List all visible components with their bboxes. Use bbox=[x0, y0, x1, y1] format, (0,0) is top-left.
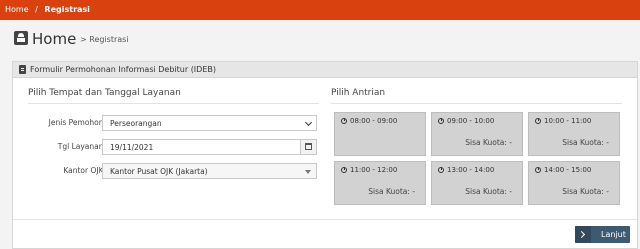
next-button-label: Lanjut bbox=[601, 230, 626, 239]
queue-slot[interactable]: 14:00 - 15:00 Sisa Kuota: - bbox=[528, 161, 620, 205]
queue-section-title: Pilih Antrian bbox=[331, 88, 386, 98]
clock-icon bbox=[341, 118, 347, 124]
breadcrumb-home-link[interactable]: Home bbox=[5, 5, 29, 14]
queue-slot[interactable]: 13:00 - 14:00 Sisa Kuota: - bbox=[431, 161, 523, 205]
top-bar: Home / Registrasi bbox=[0, 0, 640, 20]
jenis-pemohon-value: Perseorangan bbox=[110, 119, 162, 128]
queue-slot[interactable]: 09:00 - 10:00 Sisa Kuota: - bbox=[431, 112, 523, 156]
clock-icon bbox=[535, 118, 541, 124]
kantor-ojk-value: Kantor Pusat OJK (Jakarta) bbox=[110, 167, 208, 176]
breadcrumb-current: Registrasi bbox=[44, 5, 90, 14]
form-panel: Formulir Permohonan Informasi Debitur (I… bbox=[12, 61, 638, 249]
tgl-layanan-input[interactable]: 19/11/2021 bbox=[102, 139, 317, 155]
calendar-icon bbox=[305, 143, 312, 150]
panel-header: Formulir Permohonan Informasi Debitur (I… bbox=[13, 62, 637, 78]
slot-time: 09:00 - 10:00 bbox=[447, 117, 495, 125]
panel-title: Formulir Permohonan Informasi Debitur (I… bbox=[30, 65, 216, 74]
jenis-pemohon-label: Jenis Pemohon* bbox=[48, 118, 109, 127]
chevron-right-icon bbox=[575, 226, 591, 243]
next-button[interactable]: Lanjut bbox=[575, 226, 630, 243]
queue-slot[interactable]: 10:00 - 11:00 Sisa Kuota: - bbox=[528, 112, 620, 156]
slot-time: 13:00 - 14:00 bbox=[447, 166, 495, 174]
queue-slot[interactable]: 11:00 - 12:00 Sisa Kuota: - bbox=[334, 161, 426, 205]
slot-time: 08:00 - 09:00 bbox=[350, 117, 398, 125]
kantor-ojk-select[interactable]: Kantor Pusat OJK (Jakarta) bbox=[102, 163, 317, 179]
clock-icon bbox=[535, 167, 541, 173]
clock-icon bbox=[438, 118, 444, 124]
document-icon bbox=[19, 65, 26, 74]
section-divider bbox=[331, 103, 622, 104]
queue-slot[interactable]: 08:00 - 09:00 bbox=[334, 112, 426, 156]
breadcrumb-separator: / bbox=[35, 5, 38, 14]
chevron-down-icon bbox=[304, 118, 313, 127]
section-divider bbox=[28, 103, 319, 104]
page-title: Home bbox=[32, 30, 77, 48]
slot-quota: Sisa Kuota: - bbox=[465, 138, 512, 147]
breadcrumb: Home / Registrasi bbox=[5, 5, 90, 15]
slot-time: 14:00 - 15:00 bbox=[544, 166, 592, 174]
slot-quota: Sisa Kuota: - bbox=[465, 187, 512, 196]
slot-quota: Sisa Kuota: - bbox=[368, 187, 415, 196]
clock-icon bbox=[341, 167, 347, 173]
tgl-layanan-value: 19/11/2021 bbox=[110, 143, 154, 152]
footer-divider bbox=[13, 219, 637, 220]
calendar-button[interactable] bbox=[300, 140, 316, 154]
slot-time: 10:00 - 11:00 bbox=[544, 117, 592, 125]
page-subtitle: > Registrasi bbox=[80, 35, 129, 44]
service-section-title: Pilih Tempat dan Tanggal Layanan bbox=[28, 88, 181, 98]
clock-icon bbox=[438, 167, 444, 173]
caret-down-icon bbox=[305, 170, 311, 174]
slot-quota: Sisa Kuota: - bbox=[562, 187, 609, 196]
slot-quota: Sisa Kuota: - bbox=[562, 138, 609, 147]
home-icon bbox=[14, 31, 28, 45]
slot-time: 11:00 - 12:00 bbox=[350, 166, 398, 174]
jenis-pemohon-select[interactable]: Perseorangan bbox=[102, 115, 317, 131]
